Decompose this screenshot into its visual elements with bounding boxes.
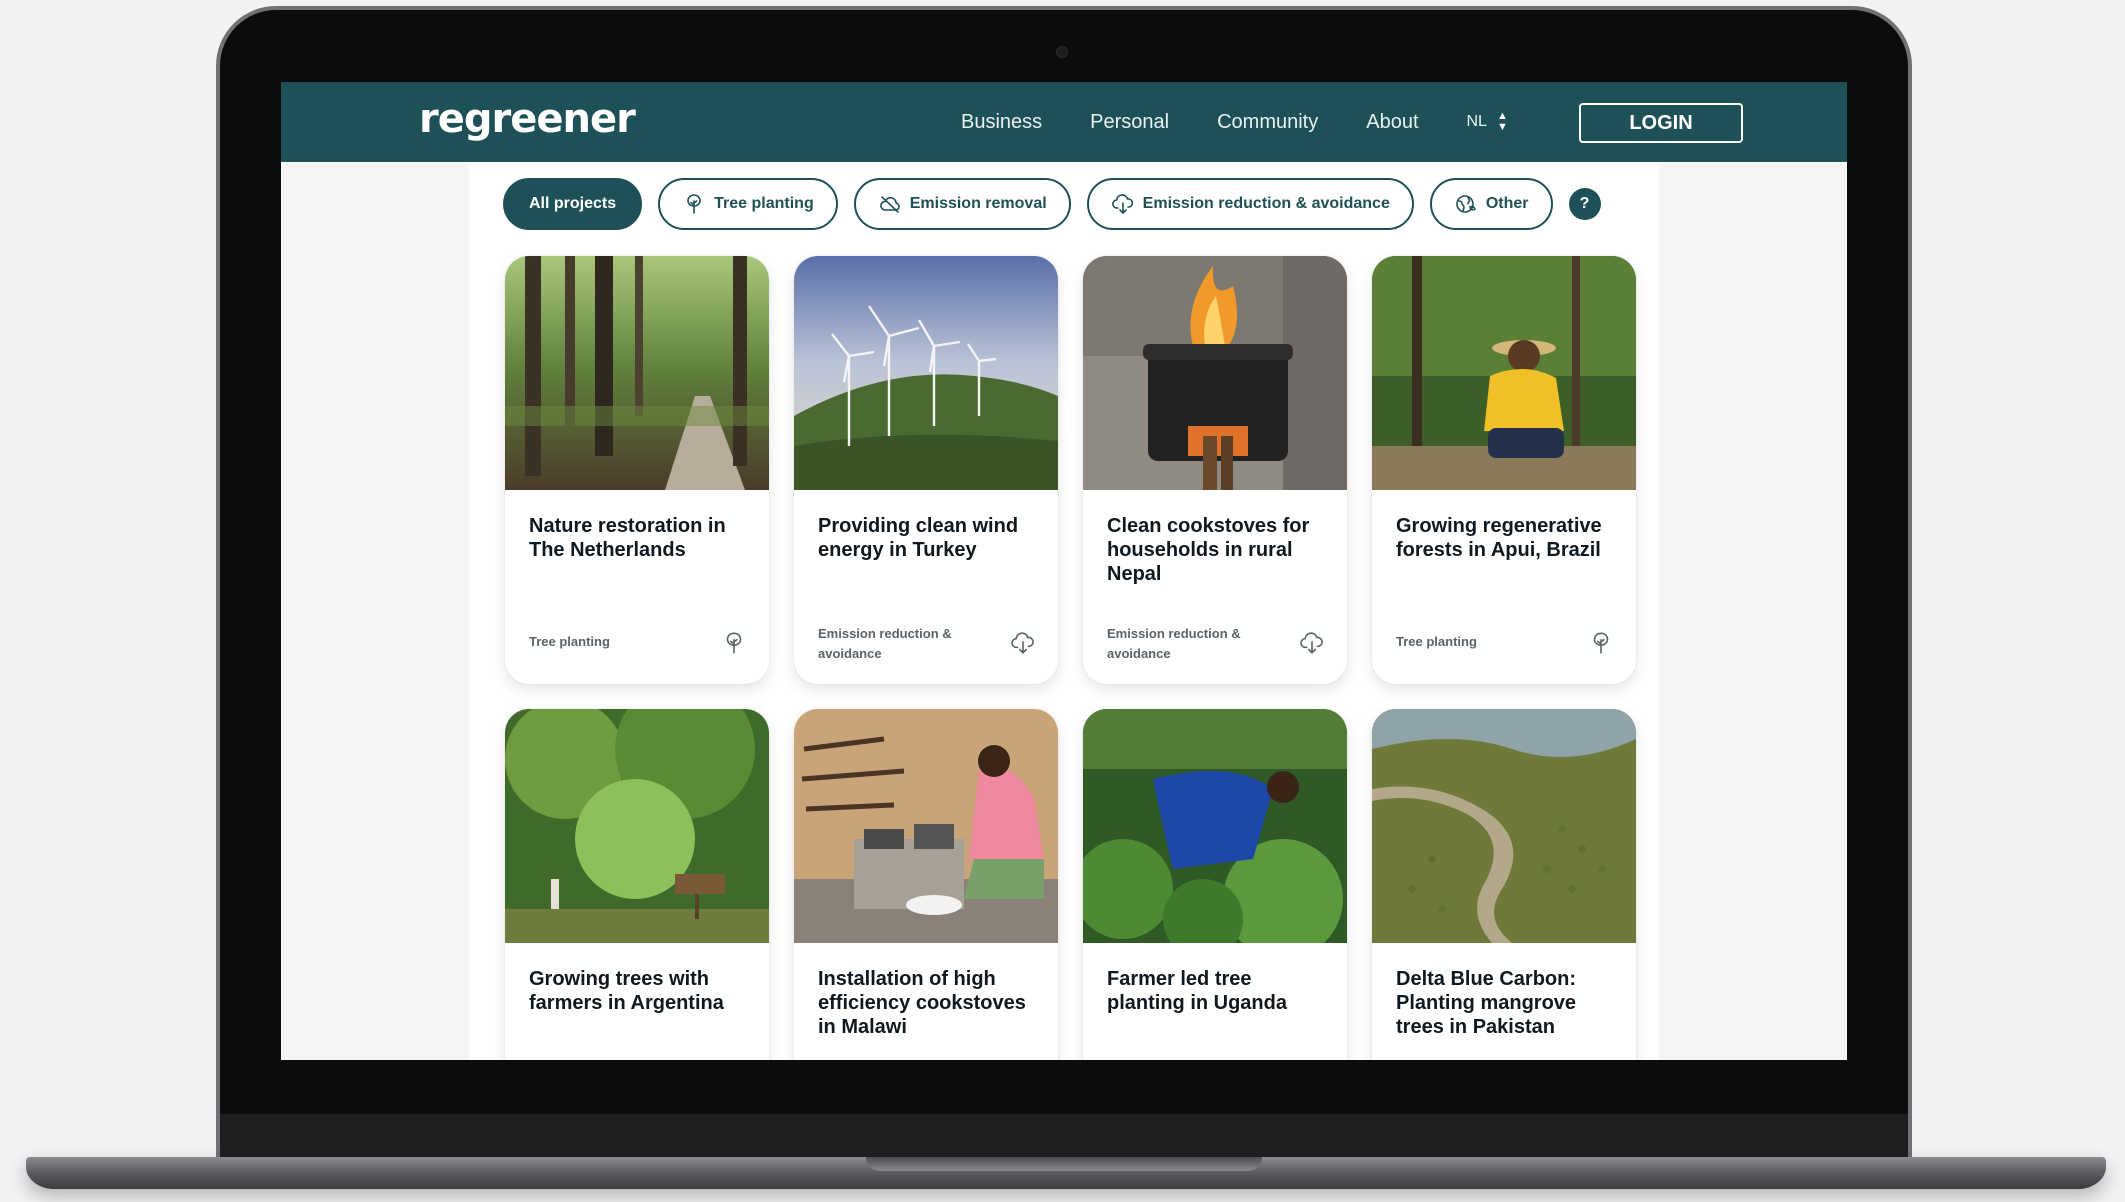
farmer-field-image	[1083, 709, 1347, 943]
main-nav: Business Personal Community About NL ▲ ▼	[961, 82, 1508, 162]
card-category: Emission reduction & avoidance	[1107, 626, 1241, 661]
project-card[interactable]: Providing clean wind energy in Turkey Em…	[794, 256, 1058, 684]
cloud-download-icon	[1300, 632, 1323, 654]
filter-emission-removal[interactable]: Emission removal	[853, 178, 1071, 230]
filter-label: Emission reduction & avoidance	[1142, 195, 1390, 212]
card-title: Delta Blue Carbon: Planting mangrove tre…	[1396, 968, 1577, 1038]
filter-tree-planting[interactable]: Tree planting	[658, 178, 838, 230]
card-title: Clean cookstoves for households in rural…	[1107, 515, 1310, 585]
project-card[interactable]: Growing trees with farmers in Argentina	[505, 709, 769, 1060]
cloud-download-icon	[1011, 632, 1034, 654]
cloud-slash-icon	[879, 196, 900, 213]
wind-turbines-image	[794, 256, 1058, 490]
card-title: Installation of high efficiency cookstov…	[818, 968, 1026, 1038]
forest-path-image	[505, 256, 769, 490]
cookstove-kitchen-image	[794, 709, 1058, 943]
project-card[interactable]: Farmer led tree planting in Uganda	[1083, 709, 1347, 1060]
logo[interactable]: regreener	[419, 96, 636, 142]
card-category: Tree planting	[529, 634, 610, 649]
farmer-planting-image	[1372, 256, 1636, 490]
projects-panel: All projects Tree planting Emission remo…	[469, 162, 1659, 1060]
filter-label: Tree planting	[714, 195, 814, 212]
language-label: NL	[1466, 113, 1487, 130]
filter-bar: All projects Tree planting Emission remo…	[503, 178, 1601, 230]
nav-community[interactable]: Community	[1217, 111, 1318, 134]
language-switcher[interactable]: NL ▲ ▼	[1467, 111, 1508, 133]
card-title: Growing regenerative forests in Apui, Br…	[1396, 515, 1602, 561]
filter-all-projects[interactable]: All projects	[503, 178, 643, 230]
filter-label: All projects	[529, 195, 617, 212]
card-category: Tree planting	[1396, 634, 1477, 649]
card-title: Growing trees with farmers in Argentina	[529, 968, 724, 1014]
project-card[interactable]: Installation of high efficiency cookstov…	[794, 709, 1058, 1060]
nav-about[interactable]: About	[1366, 111, 1418, 134]
project-card[interactable]: Delta Blue Carbon: Planting mangrove tre…	[1372, 709, 1636, 1060]
tree-icon	[726, 632, 742, 654]
laptop-chin	[220, 1114, 1908, 1158]
site-header: regreener Business Personal Community Ab…	[281, 82, 1847, 162]
laptop-notch	[866, 1157, 1262, 1171]
globe-leaf-icon	[1456, 195, 1476, 213]
filter-emission-reduction[interactable]: Emission reduction & avoidance	[1086, 178, 1414, 230]
nav-personal[interactable]: Personal	[1090, 111, 1169, 134]
card-title: Farmer led tree planting in Uganda	[1107, 968, 1287, 1014]
tree-icon	[1593, 632, 1609, 654]
filter-label: Other	[1485, 195, 1529, 212]
mangrove-delta-image	[1372, 709, 1636, 943]
help-button[interactable]: ?	[1568, 188, 1601, 220]
webcam	[1056, 46, 1068, 58]
screen: regreener Business Personal Community Ab…	[281, 82, 1847, 1060]
sort-arrows-icon: ▲ ▼	[1496, 110, 1508, 133]
login-button[interactable]: LOGIN	[1579, 103, 1743, 143]
cookstove-fire-image	[1083, 256, 1347, 490]
project-card[interactable]: Clean cookstoves for households in rural…	[1083, 256, 1347, 684]
project-card[interactable]: Growing regenerative forests in Apui, Br…	[1372, 256, 1636, 684]
project-card[interactable]: Nature restoration in The Netherlands Tr…	[505, 256, 769, 684]
card-category: Emission reduction & avoidance	[818, 626, 952, 661]
cloud-download-icon	[1111, 194, 1133, 214]
card-title: Nature restoration in The Netherlands	[529, 515, 726, 561]
jungle-trail-image	[505, 709, 769, 943]
filter-label: Emission removal	[909, 195, 1047, 212]
tree-icon	[687, 194, 701, 214]
filter-other[interactable]: Other	[1429, 178, 1553, 230]
card-title: Providing clean wind energy in Turkey	[818, 515, 1019, 561]
project-grid: Nature restoration in The Netherlands Tr…	[505, 256, 1636, 1060]
nav-business[interactable]: Business	[961, 111, 1042, 134]
